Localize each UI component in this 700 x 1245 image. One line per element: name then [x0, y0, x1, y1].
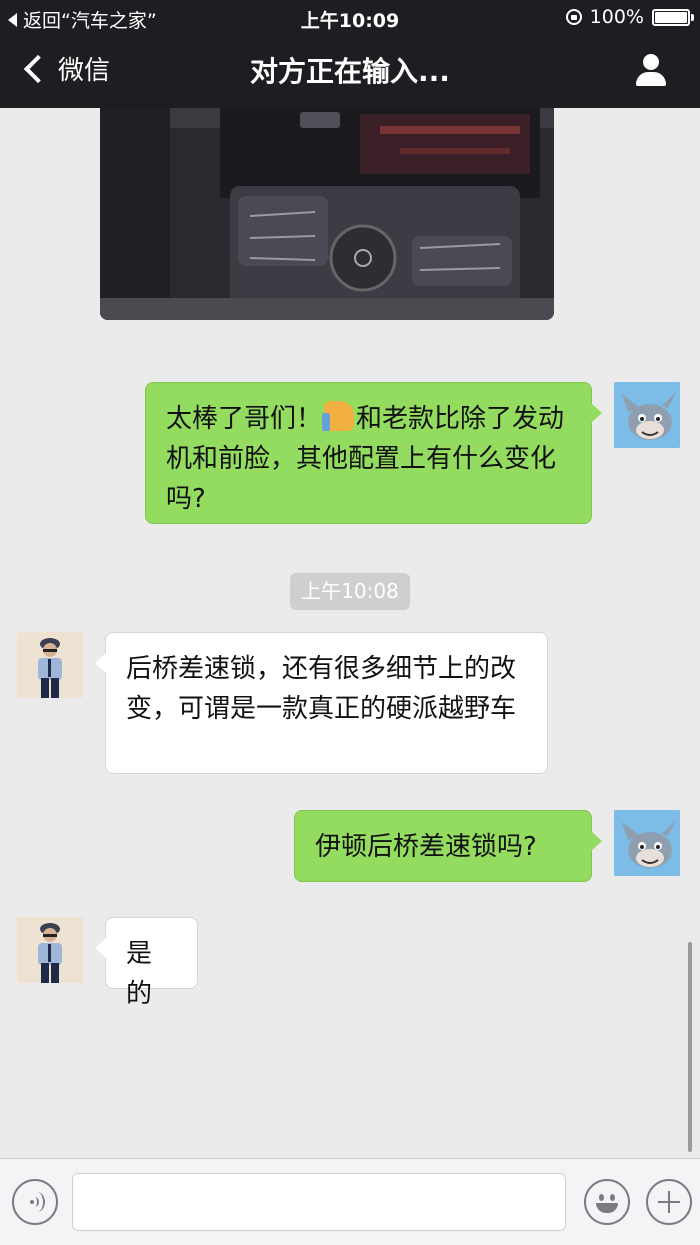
cartoon-cat-avatar-icon: [614, 382, 680, 448]
message-bubble-incoming[interactable]: 后桥差速锁，还有很多细节上的改变，可谓是一款真正的硬派越野车: [95, 632, 548, 774]
thumbs-up-icon: [322, 401, 355, 431]
status-right: 100%: [565, 6, 694, 28]
status-bar: 返回“汽车之家” 上午10:09 100%: [0, 0, 700, 36]
rotation-lock-icon: [565, 9, 582, 25]
message-bubble-outgoing[interactable]: 太棒了哥们！ 和老款比除了发动机和前脸，其他配置上有什么变化吗?: [145, 382, 602, 524]
message-text: 伊顿后桥差速锁吗?: [315, 832, 537, 862]
input-bar: [0, 1158, 700, 1245]
scrollbar[interactable]: [688, 942, 692, 1152]
nav-bar: 微信 对方正在输入...: [0, 36, 700, 108]
person-photo-avatar-icon: [17, 917, 83, 983]
message-text: 太棒了哥们！: [166, 404, 323, 434]
battery-icon: [652, 8, 694, 26]
cartoon-cat-avatar-icon: [614, 810, 680, 876]
message-text: 是的: [126, 939, 153, 1009]
emoji-button[interactable]: [584, 1179, 630, 1225]
my-avatar[interactable]: [614, 810, 680, 876]
my-avatar[interactable]: [614, 382, 680, 448]
car-console-photo: [100, 108, 554, 320]
message-bubble-outgoing[interactable]: 伊顿后桥差速锁吗?: [294, 810, 602, 882]
more-options-button[interactable]: [646, 1179, 692, 1225]
message-bubble-incoming[interactable]: 是的: [95, 917, 198, 1009]
contact-profile-button[interactable]: [634, 54, 668, 88]
battery-percent: 100%: [589, 6, 644, 28]
top-bar: 返回“汽车之家” 上午10:09 100% 微信 对方正在输入...: [0, 0, 700, 108]
contact-avatar[interactable]: [17, 917, 83, 983]
chat-title: 对方正在输入...: [250, 55, 450, 88]
message-input[interactable]: [72, 1173, 566, 1231]
voice-input-button[interactable]: [12, 1179, 58, 1225]
contact-avatar[interactable]: [17, 632, 83, 698]
timestamp: 上午10:08: [290, 573, 410, 610]
message-text: 后桥差速锁，还有很多细节上的改变，可谓是一款真正的硬派越野车: [126, 654, 517, 724]
image-message[interactable]: [100, 108, 554, 320]
person-photo-avatar-icon: [17, 632, 83, 698]
